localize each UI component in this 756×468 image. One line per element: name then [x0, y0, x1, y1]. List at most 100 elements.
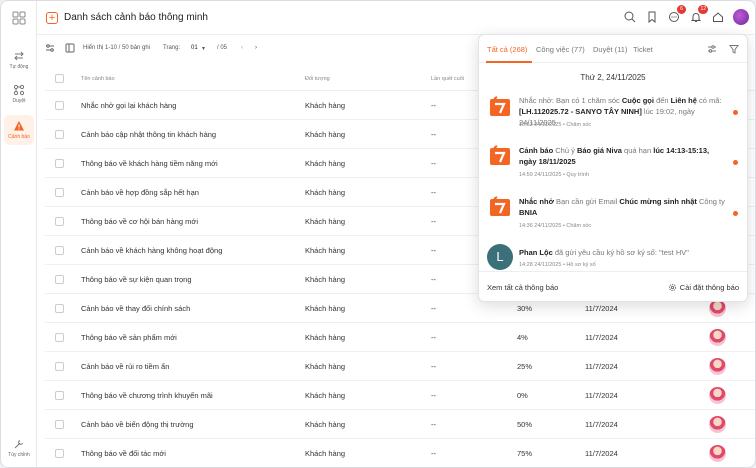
- row-checkbox[interactable]: [55, 130, 64, 139]
- notification-text: Nhắc nhở Bạn cần gửi Email Chúc mừng sin…: [519, 197, 725, 217]
- notification-item[interactable]: Cảnh báo Chủ ý Báo giá Niva quá hạn lúc …: [479, 143, 747, 189]
- rail-item-label: Tự động: [9, 64, 29, 70]
- table-row[interactable]: Thông báo về sản phẩm mới Khách hàng -- 4% 1…: [45, 323, 755, 352]
- alert-object: Khách hàng: [305, 391, 346, 400]
- row-checkbox[interactable]: [55, 159, 64, 168]
- tab-ticket[interactable]: Ticket: [633, 45, 653, 54]
- table-row[interactable]: Cảnh báo về biến động thị trường Khách hà…: [45, 410, 755, 439]
- rail-item-approve[interactable]: Duyệt: [4, 79, 34, 109]
- bell-icon[interactable]: 12: [689, 5, 708, 24]
- header-actions: 6 12: [623, 5, 749, 25]
- notification-meta: 14:36 24/11/2025 • Chăm sóc: [519, 223, 592, 229]
- alert-object: Khách hàng: [305, 362, 346, 371]
- rail-item-alerts[interactable]: Cảnh báo: [4, 115, 34, 145]
- alert-name[interactable]: Thông báo về chương trình khuyến mãi: [81, 391, 213, 400]
- alert-name[interactable]: Cảnh báo về khách hàng không hoạt động: [81, 246, 222, 255]
- table-row[interactable]: Thông báo về đối tác mới Khách hàng -- 75% 1…: [45, 439, 755, 467]
- owner-avatar[interactable]: [709, 416, 726, 433]
- notification-item[interactable]: Nhắc nhở Bạn cần gửi Email Chúc mừng sin…: [479, 192, 747, 238]
- filter-sliders-icon[interactable]: [45, 43, 55, 53]
- column-header-object[interactable]: Đối tượng: [305, 76, 330, 82]
- bookmark-icon[interactable]: [645, 10, 659, 24]
- alert-name[interactable]: Thông báo về sự kiện quan trọng: [81, 275, 192, 284]
- rail-item-label: Duyệt: [12, 98, 26, 104]
- notification-settings-button[interactable]: Cài đặt thông báo: [668, 283, 739, 292]
- alert-name[interactable]: Cảnh báo về thay đổi chính sách: [81, 304, 190, 313]
- row-checkbox[interactable]: [55, 275, 64, 284]
- chevron-right-icon[interactable]: ›: [255, 45, 257, 51]
- app-window: Tự động Duyệt Cảnh báo Tùy chỉnh + Danh …: [0, 0, 756, 468]
- app-grid-icon[interactable]: [12, 11, 26, 25]
- rail-item-customize[interactable]: Tùy chỉnh: [4, 433, 34, 463]
- column-header-last-scan[interactable]: Lần quét cuối: [431, 76, 464, 82]
- notification-meta: 14:59 24/11/2025 • Quy trình: [519, 172, 590, 178]
- alert-name[interactable]: Cảnh báo về biến động thị trường: [81, 420, 194, 429]
- table-row[interactable]: Thông báo về chương trình khuyến mãi Khác…: [45, 381, 755, 410]
- chevron-down-icon[interactable]: ▾: [202, 45, 205, 52]
- tab-tasks[interactable]: Công việc (77): [536, 45, 585, 54]
- alert-name[interactable]: Thông báo về đối tác mới: [81, 449, 166, 458]
- owner-avatar[interactable]: [709, 387, 726, 404]
- column-header-name[interactable]: Tên cảnh báo: [81, 76, 115, 82]
- row-checkbox[interactable]: [55, 449, 64, 458]
- add-icon[interactable]: +: [46, 12, 58, 24]
- row-checkbox[interactable]: [55, 217, 64, 226]
- alert-date: 11/7/2024: [585, 391, 618, 400]
- alert-rate: 50%: [517, 420, 533, 429]
- alert-last-scan: --: [431, 391, 436, 400]
- table-row[interactable]: Cảnh báo về rủi ro tiềm ẩn Khách hàng -- 25…: [45, 352, 755, 381]
- alert-name[interactable]: Thông báo về sản phẩm mới: [81, 333, 177, 342]
- row-checkbox[interactable]: [55, 188, 64, 197]
- alert-date: 11/7/2024: [585, 333, 618, 342]
- alert-object: Khách hàng: [305, 159, 346, 168]
- home-icon[interactable]: [711, 10, 725, 24]
- alert-name[interactable]: Cảnh báo về hợp đồng sắp hết hạn: [81, 188, 199, 197]
- row-checkbox[interactable]: [55, 362, 64, 371]
- rail-item-auto[interactable]: Tự động: [4, 45, 34, 75]
- notification-item[interactable]: L Phan Lộc đã gửi yêu cầu ký hồ sơ ký số…: [479, 243, 747, 273]
- alert-name[interactable]: Thông báo về cơ hội bán hàng mới: [81, 217, 198, 226]
- row-checkbox[interactable]: [55, 101, 64, 110]
- alert-name[interactable]: Cảnh báo cập nhật thông tin khách hàng: [81, 130, 216, 139]
- select-all-checkbox[interactable]: [55, 74, 64, 83]
- row-checkbox[interactable]: [55, 420, 64, 429]
- row-checkbox[interactable]: [55, 246, 64, 255]
- alert-name[interactable]: Cảnh báo về rủi ro tiềm ẩn: [81, 362, 169, 371]
- alert-object: Khách hàng: [305, 101, 346, 110]
- notification-meta: 18:52 24/11/2025 • Chăm sóc: [519, 122, 592, 128]
- active-tab-indicator: [486, 61, 532, 63]
- tab-all[interactable]: Tất cả (268): [487, 45, 527, 54]
- see-all-link[interactable]: Xem tất cả thông báo: [487, 283, 558, 292]
- automation-icon: [14, 51, 24, 61]
- alert-last-scan: --: [431, 275, 436, 284]
- notification-item[interactable]: Nhắc nhở: Bạn có 1 chăm sóc Cuộc gọi đến…: [479, 93, 747, 139]
- alert-object: Khách hàng: [305, 304, 346, 313]
- page-select[interactable]: 01: [191, 45, 198, 51]
- search-icon[interactable]: [623, 10, 637, 24]
- rail-item-label: Tùy chỉnh: [8, 452, 30, 458]
- columns-icon[interactable]: [65, 43, 75, 53]
- unread-dot: [733, 211, 738, 216]
- owner-avatar[interactable]: [709, 300, 726, 317]
- tab-approvals[interactable]: Duyệt (11): [593, 45, 627, 54]
- user-avatar[interactable]: [733, 9, 749, 25]
- chevron-left-icon[interactable]: ‹: [241, 45, 243, 51]
- chat-icon[interactable]: 6: [667, 5, 686, 24]
- alert-object: Khách hàng: [305, 333, 346, 342]
- row-checkbox[interactable]: [55, 304, 64, 313]
- owner-avatar[interactable]: [709, 329, 726, 346]
- alert-object: Khách hàng: [305, 246, 346, 255]
- alert-object: Khách hàng: [305, 449, 346, 458]
- filter-icon[interactable]: [729, 44, 739, 54]
- alert-last-scan: --: [431, 101, 436, 110]
- alert-name[interactable]: Thông báo về khách hàng tiềm năng mới: [81, 159, 218, 168]
- row-checkbox[interactable]: [55, 333, 64, 342]
- row-checkbox[interactable]: [55, 391, 64, 400]
- owner-avatar[interactable]: [709, 445, 726, 462]
- tools-icon: [14, 440, 23, 449]
- alert-object: Khách hàng: [305, 217, 346, 226]
- owner-avatar[interactable]: [709, 358, 726, 375]
- gear-icon: [668, 283, 676, 292]
- alert-name[interactable]: Nhắc nhở gọi lại khách hàng: [81, 101, 176, 110]
- sliders-icon[interactable]: [707, 44, 717, 54]
